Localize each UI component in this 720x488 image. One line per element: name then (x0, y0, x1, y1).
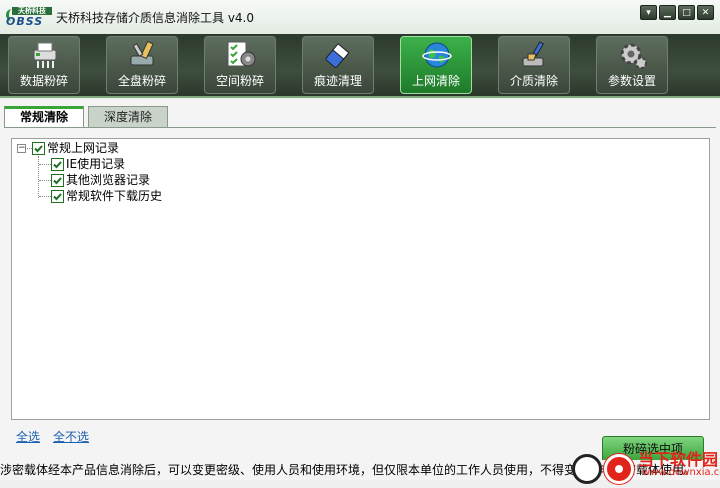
tool-trace-clean[interactable]: 痕迹清理 (302, 36, 374, 94)
select-all-link[interactable]: 全选 (16, 428, 40, 445)
minimize-icon: ▁ (664, 8, 671, 18)
tool-label: 参数设置 (607, 74, 656, 88)
tool-space-shred[interactable]: 空间粉碎 (204, 36, 276, 94)
tool-label: 数据粉碎 (19, 74, 68, 88)
select-none-link[interactable]: 全不选 (53, 428, 89, 445)
chevron-down-icon: ▾ (646, 8, 651, 18)
space-shred-icon (227, 41, 256, 67)
title-bar: 天桥科技 OBSS 天桥科技存储介质信息消除工具 v4.0 ▾ ▁ □ ✕ (0, 0, 720, 34)
disk-shred-icon (130, 40, 154, 66)
maximize-icon: □ (682, 8, 691, 18)
main-toolbar: 数据粉碎 全盘粉碎 空间粉碎 痕迹清理 上网清除 介质清除 参数设置 (0, 34, 720, 98)
minimize-button[interactable]: ▁ (659, 5, 676, 20)
tab-divider (4, 127, 716, 128)
shredder-icon (33, 42, 57, 68)
tab-normal-clean[interactable]: 常规清除 (4, 106, 84, 128)
close-icon: ✕ (701, 8, 710, 18)
tree-item-ie-history[interactable]: IE使用记录 (66, 156, 125, 172)
tool-label: 空间粉碎 (215, 74, 264, 88)
tool-label: 痕迹清理 (313, 74, 362, 88)
watermark-url: www.downxia.com (642, 467, 720, 478)
cleanup-tree: − 常规上网记录 IE使用记录 其他浏览器记录 常规软件下载历史 (11, 138, 710, 420)
eraser-icon (325, 43, 350, 68)
collapse-toggle[interactable]: − (17, 144, 26, 153)
ie-history-checkbox[interactable] (51, 158, 64, 171)
tool-label: 上网清除 (411, 74, 460, 88)
watermark-logo: 当下软件园 www.downxia.com (572, 440, 720, 486)
gear-icon (620, 43, 647, 69)
tree-root-label[interactable]: 常规上网记录 (47, 140, 119, 156)
root-checkbox[interactable] (32, 142, 45, 155)
tool-label: 全盘粉碎 (117, 74, 166, 88)
tree-item-download-history[interactable]: 常规软件下载历史 (66, 188, 162, 204)
tool-settings[interactable]: 参数设置 (596, 36, 668, 94)
window-title: 天桥科技存储介质信息消除工具 v4.0 (56, 11, 255, 25)
main-panel: 常规清除 深度清除 − 常规上网记录 IE使用记录 其他浏览器记录 常规软件下载… (0, 100, 720, 460)
maximize-button[interactable]: □ (678, 5, 695, 20)
menu-button[interactable]: ▾ (640, 5, 657, 20)
tool-label: 介质清除 (509, 74, 558, 88)
close-button[interactable]: ✕ (697, 5, 714, 20)
tool-media-clean[interactable]: 介质清除 (498, 36, 570, 94)
tree-item-other-browsers[interactable]: 其他浏览器记录 (66, 172, 150, 188)
brush-icon (522, 41, 544, 67)
tool-data-shred[interactable]: 数据粉碎 (8, 36, 80, 94)
app-logo: 天桥科技 OBSS (6, 7, 52, 28)
globe-icon (422, 42, 452, 68)
tab-deep-clean[interactable]: 深度清除 (88, 106, 168, 128)
tool-internet-clean[interactable]: 上网清除 (400, 36, 472, 94)
tool-disk-shred[interactable]: 全盘粉碎 (106, 36, 178, 94)
other-browsers-checkbox[interactable] (51, 174, 64, 187)
download-history-checkbox[interactable] (51, 190, 64, 203)
